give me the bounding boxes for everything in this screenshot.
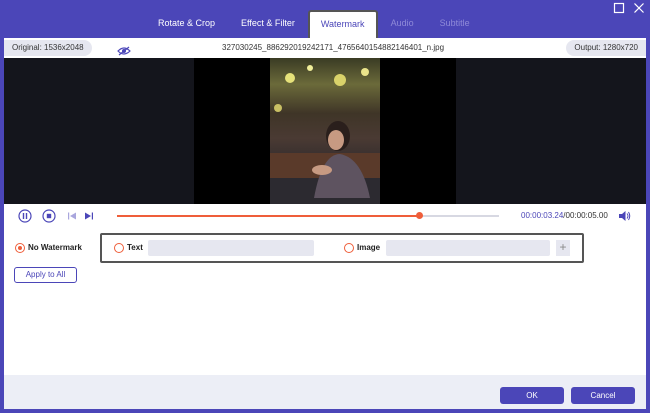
tab-rotate-crop[interactable]: Rotate & Crop	[145, 10, 228, 36]
tab-audio[interactable]: Audio	[378, 10, 427, 36]
volume-icon[interactable]	[617, 209, 631, 223]
image-watermark-radio[interactable]	[344, 243, 354, 253]
text-watermark-label: Text	[127, 243, 143, 252]
maximize-icon[interactable]	[612, 2, 626, 16]
tab-effect-filter[interactable]: Effect & Filter	[228, 10, 308, 36]
file-name: 327030245_886292019242171_47656401548821…	[222, 43, 445, 52]
pause-icon[interactable]	[18, 209, 32, 223]
info-bar: Original: 1536x2048 327030245_8862920192…	[4, 40, 646, 56]
ok-button[interactable]: OK	[500, 387, 564, 404]
editor-panel: Original: 1536x2048 327030245_8862920192…	[4, 38, 646, 409]
text-watermark-radio[interactable]	[114, 243, 124, 253]
title-bar: Rotate & Crop Effect & Filter Watermark …	[0, 0, 650, 38]
apply-to-all-button[interactable]: Apply to All	[14, 267, 77, 283]
eye-hidden-icon[interactable]	[117, 43, 131, 56]
previous-frame-icon[interactable]	[65, 209, 79, 223]
output-resolution: Output: 1280x720	[566, 40, 646, 56]
progress-slider[interactable]	[117, 212, 499, 219]
no-watermark-radio[interactable]	[15, 243, 25, 253]
current-time: 00:00:03.24	[521, 211, 564, 220]
add-image-button[interactable]: +	[556, 240, 570, 256]
watermark-options: No Watermark Text Image +	[4, 233, 646, 263]
dialog-footer: OK Cancel	[4, 375, 646, 409]
cancel-button[interactable]: Cancel	[571, 387, 635, 404]
tab-subtitle[interactable]: Subtitle	[427, 10, 483, 36]
progress-handle[interactable]	[415, 212, 423, 219]
close-icon[interactable]	[632, 2, 646, 16]
text-watermark-input[interactable]	[148, 240, 314, 256]
total-time: 00:00:05.00	[565, 211, 608, 220]
time-display: 00:00:03.24/00:00:05.00	[521, 211, 608, 220]
tab-watermark[interactable]: Watermark	[307, 10, 378, 38]
original-resolution: Original: 1536x2048	[4, 40, 92, 56]
stop-icon[interactable]	[42, 209, 56, 223]
next-frame-icon[interactable]	[82, 209, 96, 223]
preview-image	[270, 58, 380, 204]
progress-fill	[117, 215, 419, 217]
image-watermark-label: Image	[357, 243, 381, 252]
no-watermark-label: No Watermark	[28, 243, 82, 252]
editor-tabs: Rotate & Crop Effect & Filter Watermark …	[145, 10, 483, 38]
video-preview	[4, 58, 646, 204]
image-watermark-input[interactable]	[386, 240, 550, 256]
playback-controls: 00:00:03.24/00:00:05.00	[4, 204, 646, 228]
